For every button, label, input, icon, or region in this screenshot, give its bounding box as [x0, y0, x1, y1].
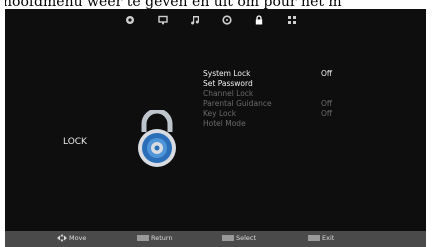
hint-select-label: Select	[236, 234, 257, 242]
tv-menu-screen: LOCK System Lock Off Set Password Channe…	[5, 9, 426, 231]
menu-item-channel-lock[interactable]: Channel Lock	[203, 89, 413, 99]
padlock-icon	[138, 110, 176, 167]
footer-hint-bar: Move Return Select Exit	[5, 231, 426, 247]
tab-picture[interactable]	[122, 12, 138, 28]
tab-setup[interactable]	[284, 12, 300, 28]
clock-icon	[222, 15, 232, 25]
menu-item-label: Key Lock	[203, 109, 237, 118]
hint-exit: Exit	[308, 234, 334, 242]
menu-item-key-lock[interactable]: Key Lock Off	[203, 109, 413, 119]
menu-item-label: Set Password	[203, 79, 253, 88]
menu-item-value: Off	[321, 69, 333, 78]
picture-icon	[126, 16, 134, 24]
hint-exit-label: Exit	[322, 234, 335, 242]
menu-item-value	[321, 89, 335, 99]
menu-item-value	[321, 79, 335, 89]
menu-item-parental-guidance[interactable]: Parental Guidance Off	[203, 99, 413, 109]
menu-item-system-lock[interactable]: System Lock Off	[203, 69, 413, 79]
ok-key-icon	[222, 235, 234, 241]
music-note-icon	[191, 16, 199, 25]
menu-item-value	[321, 119, 335, 129]
exit-key-icon	[308, 235, 320, 241]
menu-item-label: System Lock	[203, 69, 251, 78]
hint-return-label: Return	[151, 234, 173, 242]
menu-item-set-password[interactable]: Set Password	[203, 79, 413, 89]
tab-screen[interactable]	[155, 12, 171, 28]
tab-timer[interactable]	[219, 12, 235, 28]
hint-move: Move	[57, 234, 86, 242]
menu-item-value: Off	[321, 109, 333, 118]
top-caption-strip: hoofdmenu weer te geven en uit om pour h…	[0, 0, 433, 9]
right-border	[426, 0, 433, 247]
section-title: LOCK	[63, 137, 87, 147]
menu-item-hotel-mode[interactable]: Hotel Mode	[203, 119, 413, 129]
tab-lock[interactable]	[251, 12, 267, 28]
menu-item-label: Hotel Mode	[203, 119, 246, 128]
menu-item-value: Off	[321, 99, 333, 108]
dpad-arrows-icon	[57, 234, 67, 242]
menu-tabs	[5, 9, 426, 33]
top-caption-text: hoofdmenu weer te geven en uit om pour h…	[3, 0, 342, 9]
menu-item-label: Parental Guidance	[203, 99, 272, 108]
lock-menu-list: System Lock Off Set Password Channel Loc…	[203, 69, 413, 129]
lock-icon	[255, 15, 263, 25]
hint-return: Return	[137, 234, 173, 242]
screen-icon	[158, 15, 168, 25]
grid-icon	[288, 16, 296, 24]
hint-select: Select	[222, 234, 256, 242]
return-key-icon	[137, 235, 149, 241]
hint-move-label: Move	[69, 234, 87, 242]
tab-sound[interactable]	[187, 12, 203, 28]
menu-item-label: Channel Lock	[203, 89, 254, 98]
